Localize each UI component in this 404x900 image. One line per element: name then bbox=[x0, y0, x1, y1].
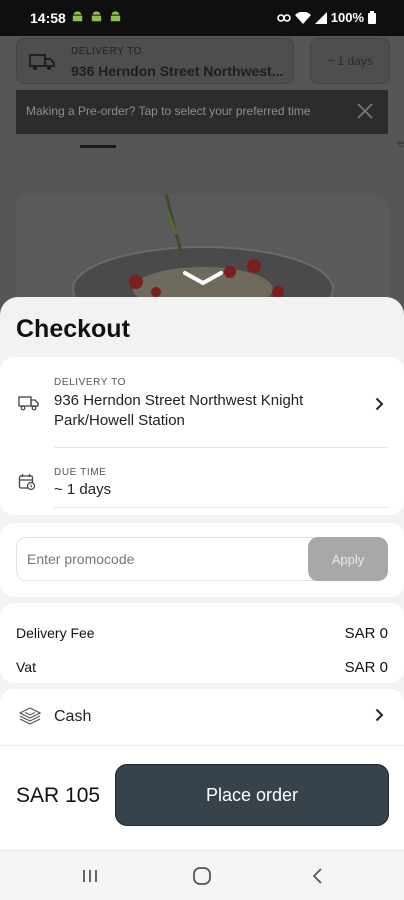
status-time: 14:58 bbox=[30, 10, 66, 26]
payment-method-label: Cash bbox=[54, 708, 92, 725]
order-total-bar: SAR 105 Place order bbox=[0, 745, 404, 850]
battery-icon bbox=[368, 11, 376, 24]
truck-icon bbox=[18, 396, 39, 411]
chevron-right-icon bbox=[375, 397, 384, 411]
wifi-icon bbox=[294, 11, 311, 24]
chevron-right-icon bbox=[375, 708, 384, 722]
background-menu-screen: DELIVERY TO 936 Herndon Street Northwest… bbox=[0, 36, 404, 336]
page-title: Checkout bbox=[16, 315, 130, 343]
recents-icon[interactable] bbox=[80, 866, 100, 886]
fee-row-vat: Vat SAR 0 bbox=[16, 659, 388, 676]
bg-preorder-text: Making a Pre-order? Tap to select your p… bbox=[26, 104, 311, 118]
checkout-sheet: Checkout DELIVERY TO 936 Herndon Street … bbox=[0, 297, 404, 850]
delivery-address-row[interactable]: DELIVERY TO 936 Herndon Street Northwest… bbox=[0, 357, 404, 447]
bg-preorder-banner: Making a Pre-order? Tap to select your p… bbox=[16, 90, 388, 134]
link-icon bbox=[276, 13, 291, 22]
delivery-address: 936 Herndon Street Northwest Knight Park… bbox=[54, 392, 304, 429]
fee-row-delivery: Delivery Fee SAR 0 bbox=[16, 625, 388, 642]
due-time-label: DUE TIME bbox=[54, 467, 107, 478]
close-icon bbox=[357, 103, 373, 119]
delivery-label: DELIVERY TO bbox=[54, 377, 127, 388]
payment-method-row[interactable]: Cash bbox=[0, 689, 404, 745]
promo-box: Apply bbox=[16, 537, 388, 581]
fee-value: SAR 0 bbox=[344, 659, 388, 676]
order-total: SAR 105 bbox=[16, 784, 101, 807]
chevron-down-icon[interactable] bbox=[182, 270, 224, 286]
truck-icon bbox=[29, 54, 55, 70]
place-order-button[interactable]: Place order bbox=[115, 764, 389, 826]
promo-card: Apply bbox=[0, 523, 404, 597]
bg-delivery-address: 936 Herndon Street Northwest... bbox=[71, 63, 284, 79]
bg-due-chip: ~ 1 days bbox=[310, 38, 390, 84]
fee-label: Delivery Fee bbox=[16, 625, 95, 641]
bg-side-text: es bbox=[397, 136, 404, 150]
system-nav-bar bbox=[0, 850, 404, 900]
fees-card: Delivery Fee SAR 0 Vat SAR 0 bbox=[0, 603, 404, 683]
battery-percent: 100% bbox=[330, 10, 364, 25]
notification-icons bbox=[70, 9, 123, 24]
due-time-value: ~ 1 days bbox=[54, 481, 112, 498]
fee-value: SAR 0 bbox=[344, 625, 388, 642]
promo-code-input[interactable] bbox=[27, 538, 307, 580]
bg-tab-indicator bbox=[80, 145, 116, 148]
fee-label: Vat bbox=[16, 659, 36, 675]
signal-icon bbox=[314, 11, 327, 24]
android-icon bbox=[91, 11, 102, 22]
bg-delivery-selector: DELIVERY TO 936 Herndon Street Northwest… bbox=[16, 38, 294, 84]
status-bar: 14:58 100% bbox=[0, 0, 404, 36]
bg-delivery-label: DELIVERY TO bbox=[71, 46, 142, 57]
back-icon[interactable] bbox=[308, 866, 328, 886]
android-icon bbox=[72, 11, 83, 22]
order-info-card: DELIVERY TO 936 Herndon Street Northwest… bbox=[0, 357, 404, 515]
apply-promo-button[interactable]: Apply bbox=[308, 537, 388, 581]
calendar-clock-icon bbox=[18, 474, 36, 491]
cash-icon bbox=[18, 707, 42, 725]
android-icon bbox=[110, 11, 121, 22]
status-right: 100% bbox=[276, 10, 376, 25]
due-time-row[interactable]: DUE TIME ~ 1 days bbox=[0, 447, 404, 515]
home-icon[interactable] bbox=[192, 866, 212, 886]
